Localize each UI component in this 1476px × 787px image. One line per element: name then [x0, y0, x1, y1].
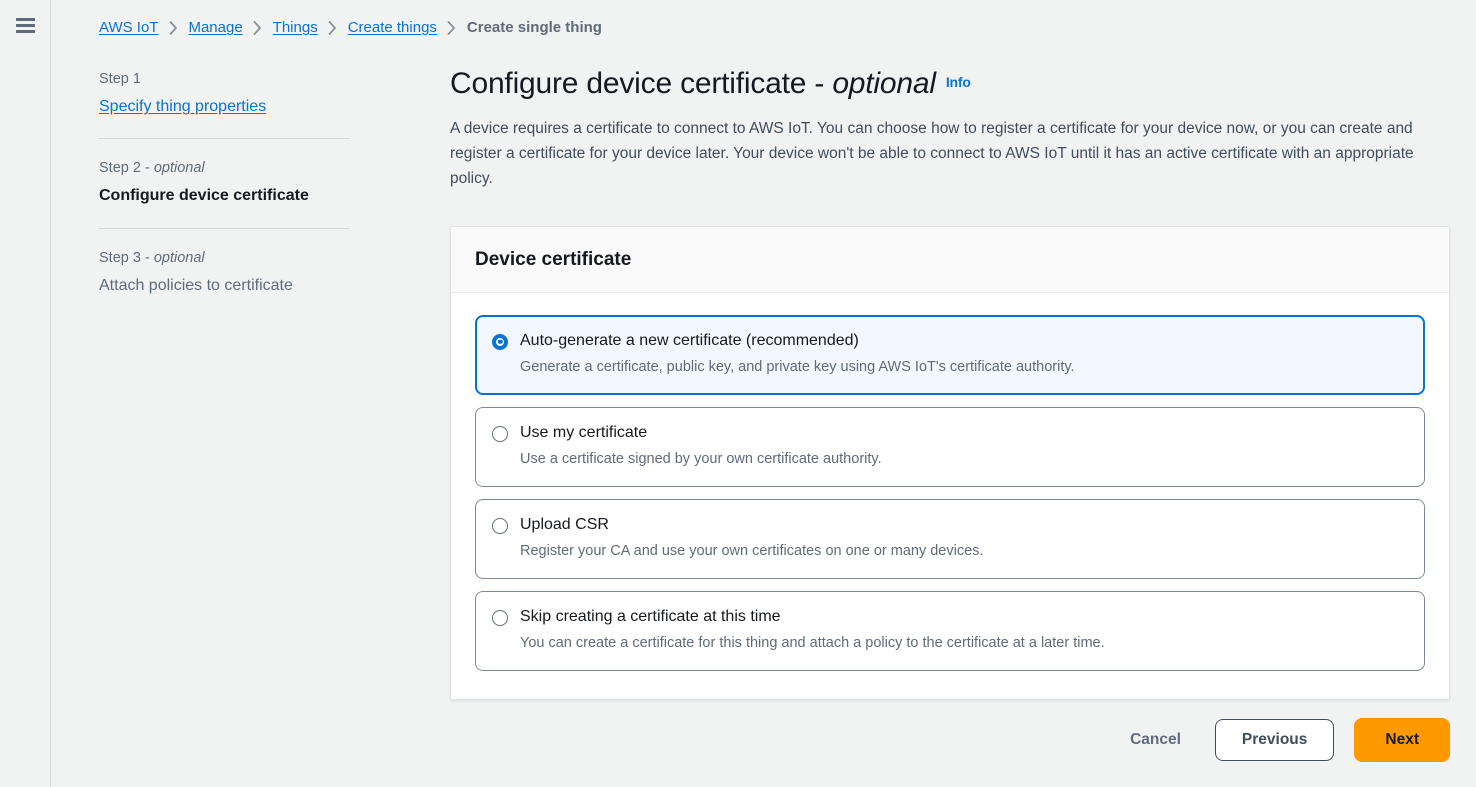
radio-button-selected-icon[interactable]: [492, 333, 508, 350]
wizard-actions: Cancel Previous Next: [450, 718, 1450, 762]
page-description: A device requires a certificate to conne…: [450, 120, 1414, 187]
radio-option-label: Upload CSR: [520, 515, 609, 533]
app-page: AWS IoT Manage Things Create things Crea…: [0, 0, 1476, 787]
left-nav-rail: [0, 0, 51, 787]
radio-option-upload-csr[interactable]: Upload CSR Register your CA and use your…: [475, 498, 1425, 579]
radio-option-use-my-certificate[interactable]: Use my certificate Use a certificate sig…: [475, 406, 1425, 487]
hamburger-icon[interactable]: [16, 18, 35, 33]
next-button[interactable]: Next: [1354, 718, 1450, 762]
sidebar-item-attach-policies-to-certificate[interactable]: Attach policies to certificate: [99, 275, 351, 297]
page-title: Configure device certificate - optional I…: [450, 67, 971, 100]
radio-option-description: Use a certificate signed by your own cer…: [520, 450, 882, 467]
radio-option-skip-creating-certificate[interactable]: Skip creating a certificate at this time…: [475, 590, 1425, 671]
radio-option-description: Register your CA and use your own certif…: [520, 542, 984, 559]
hamburger-bar: [16, 24, 35, 27]
chevron-right-icon: [243, 20, 273, 36]
sidebar-item-configure-device-certificate[interactable]: Configure device certificate: [99, 185, 351, 207]
radio-option-auto-generate[interactable]: Auto-generate a new certificate (recomme…: [475, 314, 1425, 395]
breadcrumb-item-aws-iot[interactable]: AWS IoT: [99, 19, 158, 36]
breadcrumb-item-create-things[interactable]: Create things: [348, 19, 437, 36]
radio-option-label: Auto-generate a new certificate (recomme…: [520, 331, 859, 349]
radio-button-icon[interactable]: [492, 425, 508, 442]
card-header: Device certificate: [451, 227, 1449, 293]
wizard-step-3: Step 3 - optional Attach policies to cer…: [99, 249, 351, 296]
card-body: Auto-generate a new certificate (recomme…: [451, 293, 1449, 699]
breadcrumb-item-things[interactable]: Things: [273, 19, 318, 36]
breadcrumb-item-current: Create single thing: [466, 19, 602, 36]
radio-option-label: Use my certificate: [520, 423, 648, 441]
radio-button-icon[interactable]: [492, 517, 508, 534]
wizard-step-nav: Step 1 Specify thing properties Step 2 -…: [99, 70, 351, 296]
breadcrumb-item-manage[interactable]: Manage: [188, 19, 242, 36]
step-3-kicker: Step 3 - optional: [99, 249, 205, 266]
radio-option-description: You can create a certificate for this th…: [520, 634, 1105, 651]
chevron-right-icon: [158, 20, 188, 36]
step-2-kicker: Step 2 - optional: [99, 160, 205, 177]
hamburger-bar: [16, 30, 35, 33]
wizard-step-2: Step 2 - optional Configure device certi…: [99, 159, 351, 206]
sidebar-item-specify-thing-properties[interactable]: Specify thing properties: [99, 96, 351, 118]
page-header: Configure device certificate - optional I…: [450, 66, 1450, 191]
previous-button[interactable]: Previous: [1214, 719, 1335, 761]
radio-option-label: Skip creating a certificate at this time: [520, 607, 781, 625]
wizard-step-1: Step 1 Specify thing properties: [99, 70, 351, 117]
chevron-right-icon: [437, 20, 467, 36]
cancel-button[interactable]: Cancel: [1116, 723, 1195, 757]
step-divider: [99, 138, 349, 140]
info-link[interactable]: Info: [946, 74, 971, 90]
step-1-kicker: Step 1: [99, 71, 141, 87]
chevron-right-icon: [318, 20, 348, 36]
step-divider: [99, 227, 349, 229]
device-certificate-card: Device certificate Auto-generate a new c…: [450, 226, 1450, 700]
radio-option-description: Generate a certificate, public key, and …: [520, 358, 1075, 375]
hamburger-bar: [16, 18, 35, 21]
card-title: Device certificate: [475, 249, 632, 270]
radio-button-icon[interactable]: [492, 609, 508, 626]
breadcrumb: AWS IoT Manage Things Create things Crea…: [99, 19, 602, 36]
